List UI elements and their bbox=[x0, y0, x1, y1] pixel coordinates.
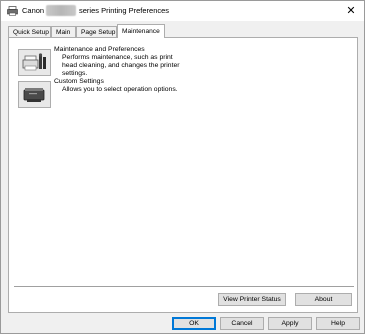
maintenance-and-preferences-title: Maintenance and Preferences bbox=[54, 46, 145, 53]
printer-maintenance-icon bbox=[22, 53, 46, 71]
printer-icon bbox=[7, 6, 18, 16]
tab-quick-setup[interactable]: Quick Setup bbox=[8, 26, 51, 37]
tab-maintenance[interactable]: Maintenance bbox=[117, 24, 165, 38]
custom-settings-button[interactable] bbox=[18, 81, 51, 108]
cancel-button[interactable]: Cancel bbox=[220, 317, 264, 330]
title-bar: Canon series Printing Preferences ✕ bbox=[1, 1, 364, 21]
custom-settings-title: Custom Settings bbox=[54, 78, 104, 85]
custom-settings-description: Allows you to select operation options. bbox=[62, 86, 178, 93]
view-printer-status-button[interactable]: View Printer Status bbox=[218, 293, 286, 306]
apply-button[interactable]: Apply bbox=[268, 317, 312, 330]
close-icon[interactable]: ✕ bbox=[344, 4, 358, 18]
maintenance-panel: Maintenance and Preferences Performs mai… bbox=[8, 37, 358, 313]
about-button[interactable]: About bbox=[295, 293, 352, 306]
window-title-prefix: Canon bbox=[22, 6, 45, 15]
maintenance-and-preferences-button[interactable] bbox=[18, 49, 51, 76]
divider bbox=[14, 286, 354, 287]
custom-settings-printer-icon bbox=[23, 88, 45, 102]
ok-button[interactable]: OK bbox=[172, 317, 216, 330]
maintenance-and-preferences-description: Performs maintenance, such as print head… bbox=[62, 54, 180, 77]
window-title-suffix: series Printing Preferences bbox=[79, 6, 170, 15]
redacted-model-name bbox=[46, 5, 76, 16]
tab-main[interactable]: Main bbox=[51, 26, 76, 37]
printing-preferences-window: Canon series Printing Preferences ✕ Quic… bbox=[0, 0, 365, 334]
help-button[interactable]: Help bbox=[316, 317, 360, 330]
tab-page-setup[interactable]: Page Setup bbox=[76, 26, 117, 37]
